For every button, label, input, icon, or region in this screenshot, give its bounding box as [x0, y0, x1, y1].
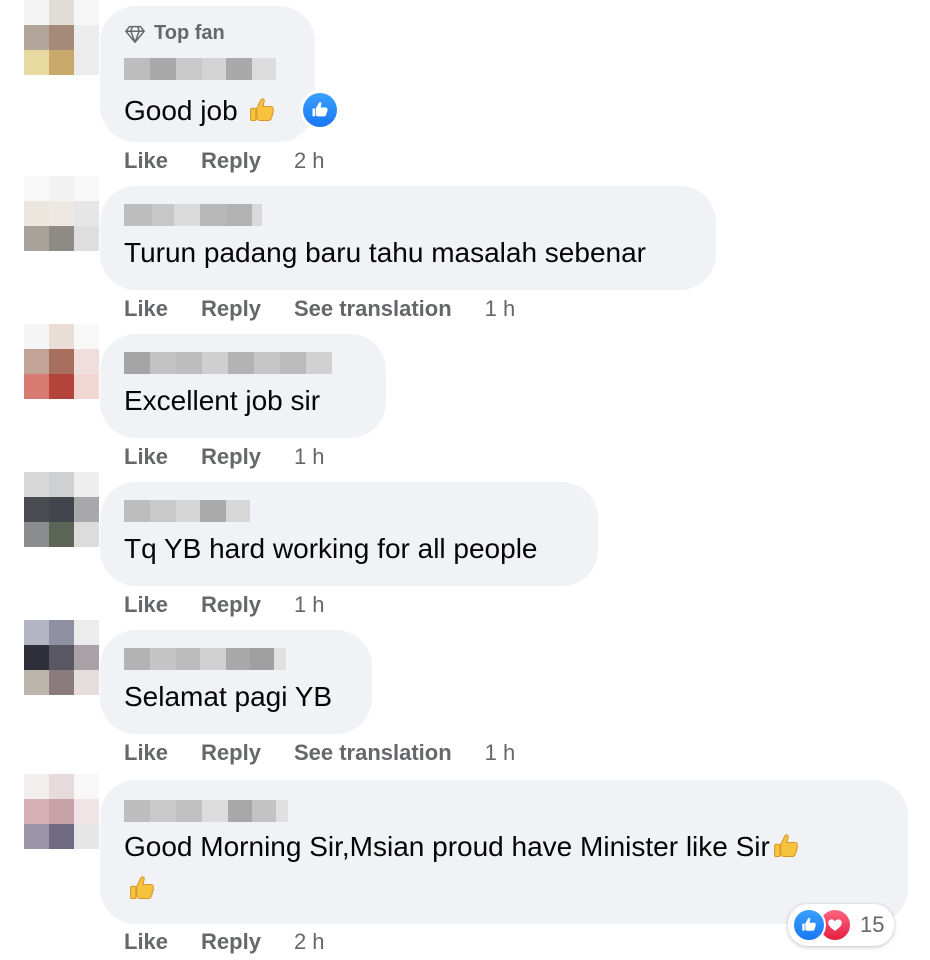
avatar[interactable]: [24, 620, 100, 696]
commenter-name-redacted[interactable]: [124, 500, 250, 522]
commenter-name-redacted[interactable]: [124, 204, 262, 226]
badge-label: Top fan: [154, 22, 225, 44]
timestamp[interactable]: 1 h: [485, 296, 516, 322]
avatar[interactable]: [24, 0, 100, 76]
like-button[interactable]: Like: [124, 148, 168, 174]
like-button[interactable]: Like: [124, 740, 168, 766]
see-translation-button[interactable]: See translation: [294, 296, 452, 322]
commenter-name-redacted[interactable]: [124, 352, 332, 374]
comment-text: Turun padang baru tahu masalah sebenar: [124, 237, 646, 268]
comment-bubble[interactable]: Selamat pagi YB: [100, 630, 372, 734]
timestamp[interactable]: 1 h: [485, 740, 516, 766]
like-button[interactable]: Like: [124, 592, 168, 618]
comment-text: Excellent job sir: [124, 385, 321, 416]
avatar[interactable]: [24, 774, 100, 850]
comment-bubble[interactable]: Excellent job sir: [100, 334, 386, 438]
comment-text-line-2: [128, 872, 156, 906]
avatar[interactable]: [24, 324, 100, 400]
reaction-count: 15: [860, 912, 885, 937]
like-button[interactable]: Like: [124, 296, 168, 322]
timestamp[interactable]: 2 h: [294, 148, 325, 174]
see-translation-button[interactable]: See translation: [294, 740, 452, 766]
thumbs-up-icon: [310, 100, 330, 120]
reply-button[interactable]: Reply: [201, 592, 261, 618]
reply-button[interactable]: Reply: [201, 929, 261, 955]
like-button[interactable]: Like: [124, 444, 168, 470]
timestamp[interactable]: 1 h: [294, 444, 325, 470]
avatar[interactable]: [24, 472, 100, 548]
comment-actions: Like Reply 1 h: [124, 592, 325, 618]
comment-bubble[interactable]: Turun padang baru tahu masalah sebenar: [100, 186, 716, 290]
timestamp[interactable]: 2 h: [294, 929, 325, 955]
like-button[interactable]: Like: [124, 929, 168, 955]
like-reaction-badge[interactable]: [300, 90, 340, 130]
thumbs-up-emoji: [128, 874, 156, 902]
comment-actions: Like Reply 2 h: [124, 148, 325, 174]
comment-bubble[interactable]: Top fan Good job: [100, 6, 315, 142]
reply-button[interactable]: Reply: [201, 740, 261, 766]
comment-bubble[interactable]: Good Morning Sir,Msian proud have Minist…: [100, 780, 908, 924]
comment-text: Good job: [124, 94, 276, 128]
comment-actions: Like Reply See translation 1 h: [124, 740, 515, 766]
reply-button[interactable]: Reply: [201, 148, 261, 174]
thumbs-up-emoji: [772, 832, 800, 860]
comment-text: Good Morning Sir,Msian proud have Minist…: [124, 830, 800, 864]
comment-actions: Like Reply 2 h: [124, 929, 325, 955]
timestamp[interactable]: 1 h: [294, 592, 325, 618]
avatar[interactable]: [24, 176, 100, 252]
diamond-icon: [125, 25, 145, 43]
comment-text: Selamat pagi YB: [124, 681, 333, 712]
comment-actions: Like Reply See translation 1 h: [124, 296, 515, 322]
comment-actions: Like Reply 1 h: [124, 444, 325, 470]
commenter-name-redacted[interactable]: [124, 800, 288, 822]
commenter-name-redacted[interactable]: [124, 648, 286, 670]
reply-button[interactable]: Reply: [201, 296, 261, 322]
like-reaction-icon: [792, 908, 826, 942]
top-fan-badge: Top fan: [124, 22, 225, 45]
thumbs-up-emoji: [248, 96, 276, 124]
comment-text: Tq YB hard working for all people: [124, 533, 538, 564]
comment-bubble[interactable]: Tq YB hard working for all people: [100, 482, 598, 586]
commenter-name-redacted[interactable]: [124, 58, 276, 80]
reaction-summary[interactable]: 15: [788, 904, 895, 946]
reply-button[interactable]: Reply: [201, 444, 261, 470]
